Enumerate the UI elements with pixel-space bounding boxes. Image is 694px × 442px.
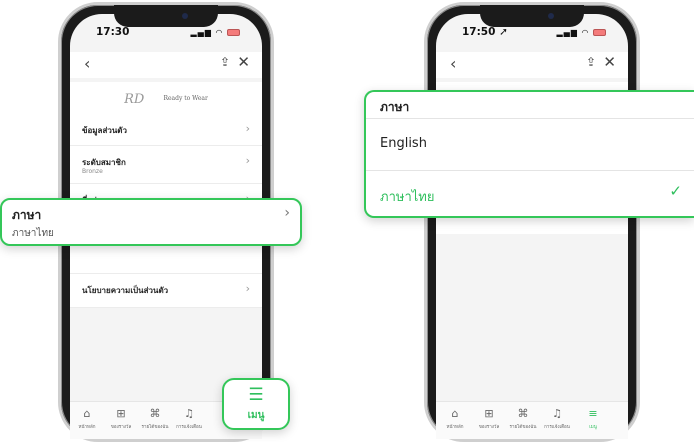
- status-icons: ▂▄▆ ◠: [556, 28, 606, 37]
- nav-label: หน้าหลัก: [446, 425, 464, 430]
- chevron-right-icon: ›: [284, 205, 290, 221]
- clock: 17:30: [96, 26, 130, 38]
- clock: 17:50 ➚: [462, 26, 508, 38]
- nav-income[interactable]: ⌘ รายได้ของฉัน: [140, 407, 170, 431]
- back-icon[interactable]: ‹: [84, 54, 90, 73]
- close-icon[interactable]: ✕: [603, 53, 616, 71]
- status-bar: 17:50 ➚ ▂▄▆ ◠: [436, 26, 628, 42]
- nav-home[interactable]: ⌂ หน้าหลัก: [440, 407, 470, 431]
- language-title: ภาษา: [12, 208, 42, 222]
- nav-label: การแจ้งเตือน: [544, 425, 570, 430]
- chevron-right-icon: ›: [245, 122, 250, 135]
- language-option-label: ภาษาไทย: [380, 190, 435, 205]
- hamburger-icon: ☰: [248, 385, 264, 405]
- battery-icon: [227, 29, 240, 36]
- nav-rewards[interactable]: ⊞ ของรางวัล: [106, 407, 136, 431]
- top-bar: ‹ ⇪ ✕: [436, 52, 628, 78]
- close-icon[interactable]: ✕: [237, 53, 250, 71]
- language-option-english[interactable]: English: [366, 122, 694, 168]
- chevron-right-icon: ›: [245, 154, 250, 167]
- brand-logo: RD: [124, 92, 145, 107]
- camera-icon: [548, 13, 554, 19]
- camera-icon: [182, 13, 188, 19]
- nav-label: ของรางวัล: [110, 425, 132, 430]
- right-phone: 17:50 ➚ ▂▄▆ ◠ ‹ ⇪ ✕ RD ⌂หน้าหลัก ⊞ของราง…: [424, 2, 640, 442]
- menu-item-profile[interactable]: ข้อมูลส่วนตัว ›: [70, 114, 262, 146]
- checkmark-icon: ✓: [669, 182, 682, 200]
- menu-button-callout[interactable]: ☰ เมนู: [222, 378, 290, 430]
- language-dialog-title: ภาษา: [380, 100, 410, 114]
- nav-notifications[interactable]: ♫ การแจ้งเตือน: [542, 407, 572, 431]
- chevron-right-icon: ›: [245, 282, 250, 295]
- nav-label: รายได้ของฉัน: [509, 425, 537, 430]
- notch: [114, 5, 218, 27]
- bell-icon: ♫: [552, 407, 562, 420]
- menu-item-sub: Bronze: [82, 168, 103, 175]
- gift-icon: ⊞: [116, 407, 126, 420]
- brand-text: Ready to Wear: [163, 95, 208, 102]
- nav-menu[interactable]: ≡ เมนู: [578, 407, 608, 431]
- menu-item-membership[interactable]: ระดับสมาชิก Bronze ›: [70, 146, 262, 184]
- divider: [366, 170, 694, 171]
- language-dialog: ภาษา English ภาษาไทย ✓: [364, 90, 694, 218]
- nav-notifications[interactable]: ♫ การแจ้งเตือน: [174, 407, 204, 431]
- notch: [480, 5, 584, 27]
- top-bar: ‹ ⇪ ✕: [70, 52, 262, 78]
- nav-label: การแจ้งเตือน: [176, 425, 202, 430]
- nav-home[interactable]: ⌂ หน้าหลัก: [72, 407, 102, 431]
- nav-label: รายได้ของฉัน: [141, 425, 169, 430]
- bell-icon: ♫: [184, 407, 194, 420]
- language-value: ภาษาไทย: [12, 228, 54, 239]
- nav-label: ของรางวัล: [478, 425, 500, 430]
- share-icon[interactable]: ⇪: [586, 55, 596, 69]
- home-icon: ⌂: [83, 407, 91, 420]
- nav-label: หน้าหลัก: [78, 425, 96, 430]
- brand-header: RD Ready to Wear: [70, 82, 262, 114]
- language-callout[interactable]: ภาษา ภาษาไทย ›: [0, 198, 302, 246]
- menu-item-label: ข้อมูลส่วนตัว: [82, 126, 127, 135]
- menu-button-label: เมนู: [247, 410, 265, 421]
- menu-icon: ≡: [588, 407, 598, 420]
- share-icon[interactable]: ⇪: [220, 55, 230, 69]
- menu-item-privacy[interactable]: นโยบายความเป็นส่วนตัว ›: [70, 274, 262, 308]
- back-icon[interactable]: ‹: [450, 54, 456, 73]
- language-option-thai[interactable]: ภาษาไทย ✓: [366, 172, 694, 218]
- store-icon: ⌘: [517, 407, 529, 420]
- home-icon: ⌂: [451, 407, 459, 420]
- bottom-nav: ⌂ หน้าหลัก ⊞ ของรางวัล ⌘ รายได้ของฉัน ♫ การแ…: [436, 401, 628, 439]
- menu-item-label: นโยบายความเป็นส่วนตัว: [82, 286, 169, 295]
- divider: [366, 118, 694, 119]
- right-screen: 17:50 ➚ ▂▄▆ ◠ ‹ ⇪ ✕ RD ⌂หน้าหลัก ⊞ของราง…: [436, 14, 628, 439]
- language-option-label: English: [380, 136, 427, 151]
- store-icon: ⌘: [149, 407, 161, 420]
- nav-rewards[interactable]: ⊞ ของรางวัล: [474, 407, 504, 431]
- nav-income[interactable]: ⌘ รายได้ของฉัน: [508, 407, 538, 431]
- status-bar: 17:30 ▂▄▆ ◠: [70, 26, 262, 42]
- nav-label: เมนู: [589, 425, 597, 430]
- battery-icon: [593, 29, 606, 36]
- status-icons: ▂▄▆ ◠: [190, 28, 240, 37]
- gift-icon: ⊞: [484, 407, 494, 420]
